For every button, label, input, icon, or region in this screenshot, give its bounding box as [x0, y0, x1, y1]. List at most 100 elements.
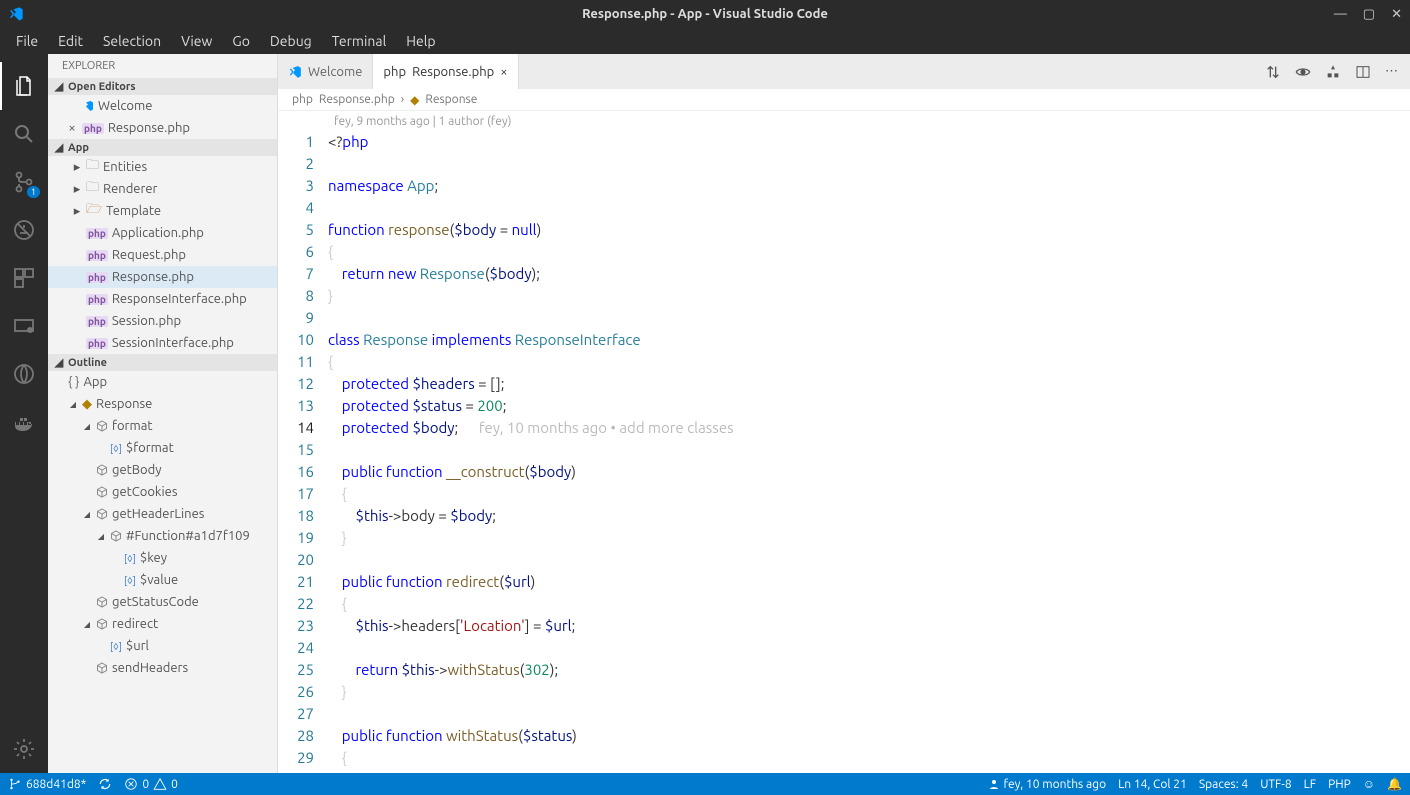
file-tree-item[interactable]: phpRequest.php	[48, 244, 277, 266]
file-tree-item[interactable]: ▸🗁Template	[48, 200, 277, 222]
section-app[interactable]: ◢ App	[48, 139, 277, 156]
status-feedback-icon[interactable]: ☺	[1363, 777, 1375, 791]
line-number[interactable]: 9	[278, 307, 314, 329]
window-close-icon[interactable]: ✕	[1391, 7, 1402, 22]
code-line[interactable]	[328, 153, 1410, 175]
status-eol[interactable]: LF	[1304, 778, 1316, 791]
code-line[interactable]: <?php	[328, 131, 1410, 153]
line-number[interactable]: 18	[278, 505, 314, 527]
line-number[interactable]: 24	[278, 637, 314, 659]
status-sync-icon[interactable]	[98, 777, 112, 791]
file-tree-item[interactable]: phpSession.php	[48, 310, 277, 332]
open-changes-icon[interactable]	[1325, 64, 1341, 80]
code-line[interactable]: protected $body; fey, 10 months ago • ad…	[328, 417, 1410, 439]
activity-debug-icon[interactable]	[0, 206, 48, 254]
line-number[interactable]: 17	[278, 483, 314, 505]
code-line[interactable]	[328, 637, 1410, 659]
menu-go[interactable]: Go	[224, 31, 257, 51]
file-tree-item[interactable]: phpSessionInterface.php	[48, 332, 277, 354]
menu-file[interactable]: File	[8, 31, 46, 51]
line-number[interactable]: 12	[278, 373, 314, 395]
tab-response[interactable]: php Response.php ×	[373, 54, 518, 89]
close-icon[interactable]: ×	[500, 65, 507, 79]
outline-item[interactable]: ◢#Function#a1d7f109	[48, 525, 277, 547]
code-line[interactable]: public function __construct($body)	[328, 461, 1410, 483]
codelens[interactable]: fey, 9 months ago | 1 author (fey)	[278, 111, 1410, 131]
menu-help[interactable]: Help	[398, 31, 443, 51]
status-language[interactable]: PHP	[1328, 778, 1351, 791]
line-number[interactable]: 19	[278, 527, 314, 549]
line-number[interactable]: 23	[278, 615, 314, 637]
line-number[interactable]: 13	[278, 395, 314, 417]
code-line[interactable]	[328, 703, 1410, 725]
code-line[interactable]	[328, 197, 1410, 219]
breadcrumb-file[interactable]: Response.php	[319, 93, 395, 106]
breadcrumb-symbol[interactable]: Response	[425, 93, 477, 106]
menu-view[interactable]: View	[173, 31, 220, 51]
toggle-file-blame-icon[interactable]	[1295, 64, 1311, 80]
file-tree-item[interactable]: ▸🗀Renderer	[48, 178, 277, 200]
code-line[interactable]: }	[328, 527, 1410, 549]
line-number[interactable]: 7	[278, 263, 314, 285]
outline-item[interactable]: [◊]$key	[48, 547, 277, 569]
code-line[interactable]: {	[328, 241, 1410, 263]
code-line[interactable]: {	[328, 593, 1410, 615]
outline-item[interactable]: [◊]$url	[48, 635, 277, 657]
compare-changes-icon[interactable]	[1265, 64, 1281, 80]
line-number[interactable]: 10	[278, 329, 314, 351]
line-number[interactable]: 27	[278, 703, 314, 725]
status-problems[interactable]: 0 0	[124, 777, 178, 791]
line-number[interactable]: 2	[278, 153, 314, 175]
line-number[interactable]: 14	[278, 417, 314, 439]
activity-remote-icon[interactable]	[0, 302, 48, 350]
code-editor[interactable]: 1234567891011121314151617181920212223242…	[278, 131, 1410, 773]
line-number[interactable]: 11	[278, 351, 314, 373]
outline-item[interactable]: sendHeaders	[48, 657, 277, 679]
status-cursor-pos[interactable]: Ln 14, Col 21	[1118, 778, 1187, 791]
line-number[interactable]: 4	[278, 197, 314, 219]
open-editor-item[interactable]: ×phpResponse.php	[48, 117, 277, 139]
code-line[interactable]: {	[328, 351, 1410, 373]
line-number[interactable]: 26	[278, 681, 314, 703]
outline-item[interactable]: ◢◆Response	[48, 393, 277, 415]
menu-debug[interactable]: Debug	[262, 31, 320, 51]
file-tree-item[interactable]: phpResponseInterface.php	[48, 288, 277, 310]
code-line[interactable]: }	[328, 681, 1410, 703]
line-number[interactable]: 1	[278, 131, 314, 153]
status-spaces[interactable]: Spaces: 4	[1199, 778, 1248, 791]
code-line[interactable]	[328, 549, 1410, 571]
status-blame[interactable]: fey, 10 months ago	[988, 778, 1107, 791]
close-icon[interactable]: ×	[66, 121, 78, 135]
outline-item[interactable]: ◢getHeaderLines	[48, 503, 277, 525]
window-maximize-icon[interactable]: ▢	[1363, 7, 1375, 22]
more-actions-icon[interactable]: ⋯	[1385, 64, 1398, 79]
outline-item[interactable]: getCookies	[48, 481, 277, 503]
line-number[interactable]: 22	[278, 593, 314, 615]
file-tree-item[interactable]: phpResponse.php	[48, 266, 277, 288]
code-line[interactable]: return new Response($body);	[328, 263, 1410, 285]
outline-item[interactable]: getStatusCode	[48, 591, 277, 613]
outline-item[interactable]: [◊]$format	[48, 437, 277, 459]
activity-docker-icon[interactable]	[0, 398, 48, 446]
line-number[interactable]: 25	[278, 659, 314, 681]
status-encoding[interactable]: UTF-8	[1260, 778, 1291, 791]
line-number[interactable]: 16	[278, 461, 314, 483]
code-line[interactable]: return $this->withStatus(302);	[328, 659, 1410, 681]
outline-item[interactable]: [◊]$value	[48, 569, 277, 591]
code-line[interactable]: $this->headers['Location'] = $url;	[328, 615, 1410, 637]
file-tree-item[interactable]: ▸🗀Entities	[48, 156, 277, 178]
menu-selection[interactable]: Selection	[95, 31, 169, 51]
code-line[interactable]: protected $headers = [];	[328, 373, 1410, 395]
line-number[interactable]: 20	[278, 549, 314, 571]
file-tree-item[interactable]: phpApplication.php	[48, 222, 277, 244]
activity-scm-icon[interactable]: 1	[0, 158, 48, 206]
activity-explorer-icon[interactable]	[0, 62, 48, 110]
section-outline[interactable]: ◢ Outline	[48, 354, 277, 371]
activity-liveshare-icon[interactable]	[0, 350, 48, 398]
line-number[interactable]: 3	[278, 175, 314, 197]
code-line[interactable]: {	[328, 483, 1410, 505]
code-line[interactable]: }	[328, 285, 1410, 307]
outline-item[interactable]: getBody	[48, 459, 277, 481]
code-line[interactable]: {	[328, 747, 1410, 769]
code-line[interactable]	[328, 307, 1410, 329]
